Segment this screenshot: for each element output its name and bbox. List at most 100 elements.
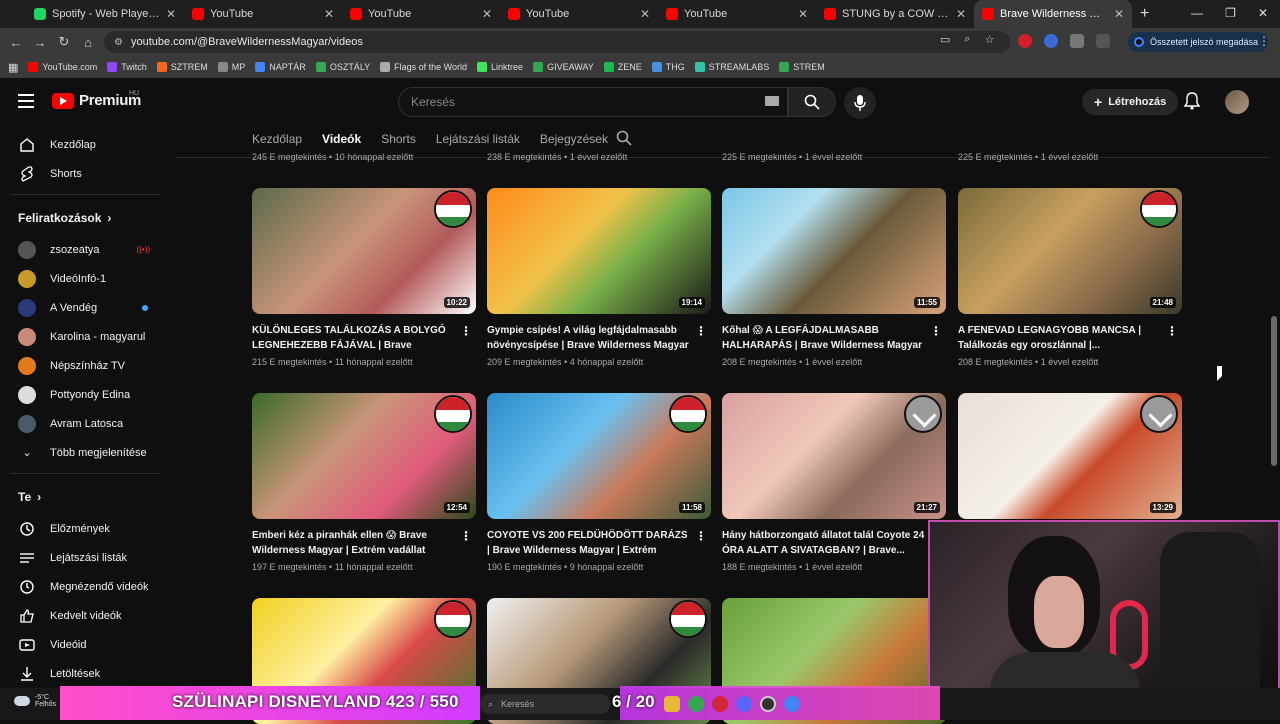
bookmark-item[interactable]: Flags of the World [380, 62, 467, 72]
home-icon[interactable]: ⌂ [76, 35, 100, 50]
video-title[interactable]: Gympie csípés! A világ legfájdalmasabb n… [487, 323, 711, 353]
discord-icon[interactable] [736, 696, 752, 712]
browser-tab[interactable]: Spotify - Web Player: Music for ✕ [26, 0, 184, 28]
puzzle-icon[interactable] [1070, 34, 1084, 48]
tab-close-icon[interactable]: ✕ [798, 7, 808, 21]
obs-icon[interactable] [760, 696, 776, 712]
bookmark-item[interactable]: STREAMLABS [694, 62, 769, 72]
more-options-icon[interactable]: ⋮ [695, 324, 707, 338]
channel-tab[interactable]: Bejegyzések [540, 132, 608, 146]
sidebar-item[interactable]: A Vendég [0, 293, 170, 322]
media-icon[interactable] [1096, 34, 1110, 48]
browser-tab[interactable]: YouTube ✕ [184, 0, 342, 28]
tab-close-icon[interactable]: ✕ [482, 7, 492, 21]
video-thumbnail[interactable]: 11:55 [722, 188, 946, 314]
video-card[interactable]: 21:27 Hány hátborzongató állatot talál Co… [722, 393, 946, 572]
video-title[interactable]: A FENEVAD LEGNAGYOBB MANCSA | Találkozás… [958, 323, 1182, 353]
sidebar-item[interactable]: Megnézendő videók [0, 572, 170, 601]
sidebar-item[interactable]: Videóid [0, 630, 170, 659]
video-thumbnail[interactable]: 19:14 [487, 188, 711, 314]
tab-close-icon[interactable]: ✕ [1114, 7, 1124, 21]
bookmark-item[interactable]: NAPTÁR [255, 62, 306, 72]
close-icon[interactable]: ✕ [1258, 6, 1268, 20]
bookmark-item[interactable]: Linktree [477, 62, 523, 72]
video-card[interactable]: 21:48 A FENEVAD LEGNAGYOBB MANCSA | Talál… [958, 188, 1182, 367]
video-card[interactable]: 11:58 COYOTE VS 200 FELDÜHÖDÖTT DARÁZS | … [487, 393, 711, 572]
chrome-icon[interactable] [688, 696, 704, 712]
keyboard-icon[interactable] [765, 96, 779, 106]
subscriptions-heading[interactable]: Feliratkozások › [0, 201, 170, 235]
channel-tab[interactable]: Kezdőlap [252, 132, 302, 146]
browser-tab[interactable]: Brave Wilderness Magyar - You ✕ [974, 0, 1132, 28]
scrollbar-thumb[interactable] [1271, 316, 1277, 466]
sidebar-item[interactable]: Előzmények [0, 514, 170, 543]
tab-close-icon[interactable]: ✕ [324, 7, 334, 21]
video-thumbnail[interactable]: 11:58 [487, 393, 711, 519]
channel-tab[interactable]: Videók [322, 132, 361, 146]
video-card[interactable]: 11:55 Kőhal 😱 A LEGFÁJDALMASABB HALHARAPÁ… [722, 188, 946, 367]
video-thumbnail[interactable]: 12:54 [252, 393, 476, 519]
video-title[interactable]: Emberi kéz a piranhák ellen 😱 Brave Wild… [252, 528, 476, 558]
sidebar-item[interactable]: Letöltések [0, 659, 170, 688]
create-button[interactable]: + Létrehozás [1082, 89, 1179, 115]
search-button[interactable] [788, 87, 836, 117]
bookmark-item[interactable]: YouTube.com [28, 62, 97, 72]
reload-icon[interactable]: ↻ [52, 34, 76, 50]
sidebar-item[interactable]: Avram Latosca [0, 409, 170, 438]
bookmark-star-icon[interactable]: ☆ [985, 33, 995, 46]
sidebar-item[interactable]: Kezdőlap [0, 130, 170, 159]
minimize-icon[interactable]: — [1191, 6, 1203, 20]
channel-tab[interactable]: Shorts [381, 132, 416, 146]
channel-tab[interactable]: Lejátszási listák [436, 132, 520, 146]
sidebar-item[interactable]: Kedvelt videók [0, 601, 170, 630]
site-info-icon[interactable]: ⚙ [114, 37, 123, 48]
more-options-icon[interactable]: ⋮ [1166, 324, 1178, 338]
zoom-icon[interactable]: ⌕ [964, 33, 970, 46]
apps-icon[interactable]: ▦ [8, 61, 18, 74]
video-thumbnail[interactable]: 21:27 [722, 393, 946, 519]
browser-tab[interactable]: YouTube ✕ [500, 0, 658, 28]
video-card[interactable]: 10:22 KÜLÖNLEGES TALÁLKOZÁS A BOLYGÓ LEGN… [252, 188, 476, 367]
back-icon[interactable]: ← [4, 35, 28, 50]
url-field[interactable]: ⚙ youtube.com/@BraveWildernessMagyar/vid… [104, 31, 1010, 53]
sidebar-item[interactable]: zsozeatya ((•)) [0, 235, 170, 264]
video-thumbnail[interactable]: 13:29 [958, 393, 1182, 519]
more-options-icon[interactable]: ⋮ [460, 529, 472, 543]
more-options-icon[interactable]: ⋮ [695, 529, 707, 543]
account-avatar[interactable] [1225, 90, 1249, 114]
opera-icon[interactable] [712, 696, 728, 712]
tab-close-icon[interactable]: ✕ [166, 7, 176, 21]
folder-icon[interactable] [664, 696, 680, 712]
bookmark-item[interactable]: Twitch [107, 62, 147, 72]
video-card[interactable]: 13:29 [958, 393, 1182, 519]
password-suggestion[interactable]: Összetett jelszó megadása [1128, 32, 1269, 52]
chrome-icon[interactable] [784, 696, 800, 712]
video-title[interactable]: Hány hátborzongató állatot talál Coyote … [722, 528, 946, 558]
bookmark-item[interactable]: THG [651, 62, 685, 72]
maximize-icon[interactable]: ❐ [1225, 6, 1236, 20]
more-options-icon[interactable]: ⋮ [460, 324, 472, 338]
sidebar-item[interactable]: Népszínház TV [0, 351, 170, 380]
browser-tab[interactable]: YouTube ✕ [342, 0, 500, 28]
bookmark-item[interactable]: SZTREM [156, 62, 208, 72]
sidebar-item[interactable]: VideóInfó-1 [0, 264, 170, 293]
sidebar-item[interactable]: Pottyondy Edina [0, 380, 170, 409]
browser-tab[interactable]: YouTube ✕ [658, 0, 816, 28]
weather-widget[interactable]: -5°C Felhős [14, 694, 56, 708]
new-tab-button[interactable]: + [1140, 5, 1149, 23]
install-icon[interactable]: ▭ [940, 33, 950, 46]
bookmark-item[interactable]: ZENE [603, 62, 642, 72]
video-thumbnail[interactable]: 21:48 [958, 188, 1182, 314]
video-card[interactable]: 12:54 Emberi kéz a piranhák ellen 😱 Brave… [252, 393, 476, 572]
tab-close-icon[interactable]: ✕ [640, 7, 650, 21]
voice-search-button[interactable] [844, 87, 876, 119]
tab-close-icon[interactable]: ✕ [956, 7, 966, 21]
channel-search-icon[interactable] [616, 130, 632, 151]
taskbar-search[interactable]: ⌕ Keresés [480, 694, 610, 714]
video-thumbnail[interactable]: 10:22 [252, 188, 476, 314]
menu-hamburger-icon[interactable] [18, 94, 34, 108]
notifications-bell-icon[interactable] [1183, 92, 1201, 115]
search-input[interactable]: Keresés [398, 87, 788, 117]
browser-tab[interactable]: STUNG by a COW KILLER! - You ✕ [816, 0, 974, 28]
bookmark-item[interactable]: STREM [779, 62, 825, 72]
